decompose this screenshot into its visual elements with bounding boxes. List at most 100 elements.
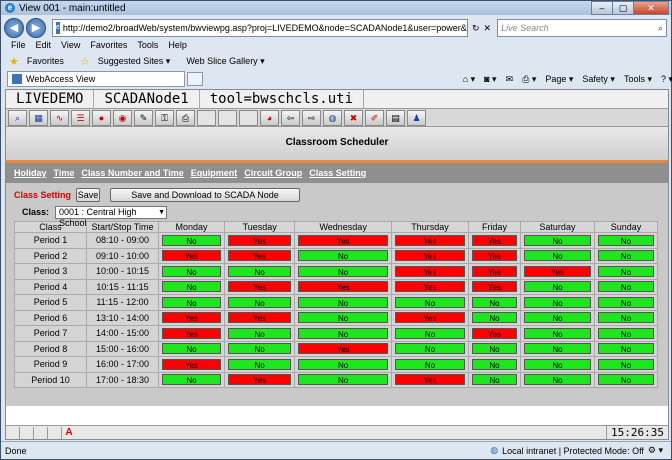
- feeds-icon[interactable]: ◙ ▾: [484, 74, 496, 85]
- schedule-toggle-button[interactable]: No: [162, 234, 221, 246]
- save-download-button[interactable]: Save and Download to SCADA Node: [110, 188, 300, 202]
- print-tool-icon[interactable]: ⎙: [176, 109, 195, 126]
- schedule-toggle-button[interactable]: No: [394, 327, 465, 339]
- schedule-toggle-button[interactable]: No: [597, 374, 654, 386]
- search-tool-icon[interactable]: ⌕: [8, 109, 27, 126]
- schedule-toggle-button[interactable]: Yes: [228, 374, 292, 386]
- schedule-toggle-button[interactable]: No: [162, 265, 221, 277]
- close-button[interactable]: ✕: [633, 1, 669, 15]
- print-icon[interactable]: ⎙ ▾: [522, 74, 536, 85]
- lock-icon[interactable]: ⚿: [155, 109, 174, 126]
- schedule-toggle-button[interactable]: No: [228, 265, 292, 277]
- schedule-toggle-button[interactable]: No: [471, 374, 517, 386]
- globe-icon[interactable]: ◍: [323, 109, 342, 126]
- menu-help[interactable]: Help: [168, 40, 187, 53]
- schedule-toggle-button[interactable]: No: [597, 358, 654, 370]
- schedule-toggle-button[interactable]: Yes: [298, 281, 388, 293]
- save-button[interactable]: Save: [76, 188, 100, 202]
- schedule-toggle-button[interactable]: No: [523, 234, 591, 246]
- safety-menu[interactable]: Safety ▾: [582, 74, 615, 85]
- class-select[interactable]: 0001 : Central High School ▼: [55, 205, 168, 228]
- schedule-toggle-button[interactable]: No: [228, 343, 292, 355]
- schedule-toggle-button[interactable]: Yes: [394, 234, 465, 246]
- schedule-toggle-button[interactable]: No: [228, 327, 292, 339]
- schedule-toggle-button[interactable]: No: [523, 358, 591, 370]
- calculator-icon[interactable]: ▦: [29, 109, 48, 126]
- schedule-toggle-button[interactable]: No: [523, 327, 591, 339]
- schedule-toggle-button[interactable]: Yes: [471, 265, 517, 277]
- schedule-toggle-button[interactable]: No: [228, 358, 292, 370]
- link-holiday[interactable]: Holiday: [14, 168, 47, 178]
- stop-icon[interactable]: ✕: [484, 23, 492, 34]
- schedule-toggle-button[interactable]: No: [597, 281, 654, 293]
- schedule-toggle-button[interactable]: No: [471, 343, 517, 355]
- back-button[interactable]: ◀: [4, 18, 24, 38]
- schedule-toggle-button[interactable]: No: [597, 343, 654, 355]
- security-zone[interactable]: ◍ Local intranet | Protected Mode: Off ⚙…: [486, 445, 663, 456]
- schedule-toggle-button[interactable]: No: [523, 312, 591, 324]
- arrow-right-icon[interactable]: ⇨: [302, 109, 321, 126]
- schedule-toggle-button[interactable]: No: [162, 281, 221, 293]
- favorites-button[interactable]: ★ Favorites: [9, 55, 72, 68]
- alarm-icon[interactable]: ●: [92, 109, 111, 126]
- schedule-toggle-button[interactable]: No: [523, 281, 591, 293]
- user-icon[interactable]: ♟: [407, 109, 426, 126]
- schedule-toggle-button[interactable]: No: [298, 296, 388, 308]
- schedule-toggle-button[interactable]: Yes: [162, 327, 221, 339]
- schedule-toggle-button[interactable]: No: [597, 296, 654, 308]
- schedule-toggle-button[interactable]: No: [523, 343, 591, 355]
- link-circuit-group[interactable]: Circuit Group: [244, 168, 302, 178]
- schedule-toggle-button[interactable]: Yes: [228, 281, 292, 293]
- tab-webaccess-view[interactable]: WebAccess View: [7, 71, 185, 87]
- menu-view[interactable]: View: [61, 40, 80, 53]
- schedule-toggle-button[interactable]: Yes: [394, 250, 465, 262]
- schedule-toggle-button[interactable]: Yes: [298, 343, 388, 355]
- schedule-toggle-button[interactable]: No: [298, 265, 388, 277]
- schedule-toggle-button[interactable]: Yes: [394, 312, 465, 324]
- schedule-toggle-button[interactable]: Yes: [162, 358, 221, 370]
- schedule-toggle-button[interactable]: No: [597, 250, 654, 262]
- schedule-toggle-button[interactable]: No: [162, 343, 221, 355]
- schedule-toggle-button[interactable]: Yes: [471, 281, 517, 293]
- tools-menu[interactable]: Tools ▾: [624, 74, 652, 85]
- link-class-number-time[interactable]: Class Number and Time: [81, 168, 183, 178]
- zoom-icon[interactable]: ⚙ ▾: [648, 445, 663, 456]
- schedule-toggle-button[interactable]: Yes: [228, 312, 292, 324]
- schedule-toggle-button[interactable]: No: [394, 296, 465, 308]
- menu-file[interactable]: File: [11, 40, 26, 53]
- stop-tool-icon[interactable]: ✖: [344, 109, 363, 126]
- schedule-toggle-button[interactable]: No: [394, 343, 465, 355]
- mail-icon[interactable]: ✉: [506, 74, 514, 85]
- chart-icon[interactable]: ◕: [260, 109, 279, 126]
- schedule-toggle-button[interactable]: No: [523, 374, 591, 386]
- schedule-toggle-button[interactable]: No: [523, 296, 591, 308]
- schedule-toggle-button[interactable]: No: [597, 327, 654, 339]
- schedule-toggle-button[interactable]: Yes: [394, 265, 465, 277]
- home-icon[interactable]: ⌂ ▾: [463, 74, 475, 85]
- forward-button[interactable]: ▶: [26, 18, 46, 38]
- link-class-setting[interactable]: Class Setting: [309, 168, 366, 178]
- search-input[interactable]: Live Search ⌕: [497, 19, 668, 37]
- maximize-button[interactable]: ▢: [612, 1, 634, 15]
- web-slice-gallery[interactable]: Web Slice Gallery ▾: [186, 56, 264, 67]
- schedule-toggle-button[interactable]: No: [298, 250, 388, 262]
- link-equipment[interactable]: Equipment: [191, 168, 238, 178]
- menu-tools[interactable]: Tools: [137, 40, 158, 53]
- help-icon[interactable]: ? ▾: [661, 74, 672, 85]
- schedule-toggle-button[interactable]: Yes: [162, 312, 221, 324]
- menu-favorites[interactable]: Favorites: [90, 40, 127, 53]
- schedule-toggle-button[interactable]: Yes: [471, 327, 517, 339]
- schedule-toggle-button[interactable]: Yes: [228, 250, 292, 262]
- trend-icon[interactable]: ∿: [50, 109, 69, 126]
- schedule-toggle-button[interactable]: No: [471, 312, 517, 324]
- schedule-toggle-button[interactable]: No: [298, 374, 388, 386]
- page-menu[interactable]: Page ▾: [545, 74, 573, 85]
- schedule-toggle-button[interactable]: Yes: [162, 250, 221, 262]
- schedule-toggle-button[interactable]: No: [597, 265, 654, 277]
- schedule-toggle-button[interactable]: Yes: [298, 234, 388, 246]
- alarm-ack-icon[interactable]: ◉: [113, 109, 132, 126]
- edit-icon[interactable]: ✎: [134, 109, 153, 126]
- schedule-toggle-button[interactable]: No: [162, 374, 221, 386]
- schedule-toggle-button[interactable]: Yes: [228, 234, 292, 246]
- schedule-toggle-button[interactable]: No: [298, 327, 388, 339]
